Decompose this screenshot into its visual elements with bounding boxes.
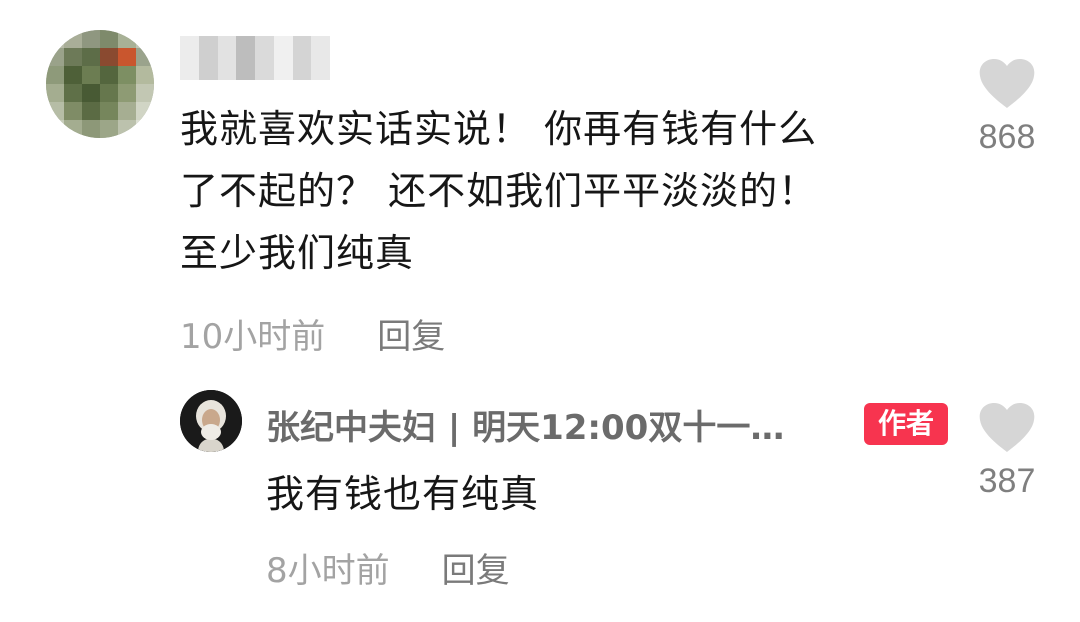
reply-meta: 8小时前 回复: [266, 542, 510, 592]
comment-reply-button[interactable]: 回复: [377, 309, 445, 358]
comment-text-line: 了不起的？ 还不如我们平平淡淡的！: [180, 169, 818, 213]
comment-text: 我就喜欢实话实说！ 你再有钱有什么 了不起的？ 还不如我们平平淡淡的！ 至少我们…: [180, 98, 950, 284]
heart-icon: [979, 403, 1035, 452]
comment-text-line: 我就喜欢实话实说！ 你再有钱有什么: [180, 107, 818, 151]
reply-reply-button[interactable]: 回复: [442, 543, 510, 592]
commenter-username-blurred[interactable]: [180, 36, 330, 80]
author-name[interactable]: 张纪中夫妇 | 明天12:00双十一…: [266, 398, 784, 450]
reply-like-count: 387: [978, 462, 1036, 500]
reply-timestamp: 8小时前: [266, 550, 390, 591]
reply-text: 我有钱也有纯真: [266, 472, 540, 516]
author-avatar-image: [180, 390, 242, 452]
reply-like-button[interactable]: 387: [962, 402, 1052, 501]
comment-like-button[interactable]: 868: [962, 58, 1052, 157]
author-badge: 作者: [864, 403, 949, 445]
heart-icon: [979, 59, 1035, 108]
comment-like-count: 868: [978, 118, 1036, 156]
comment-text-line: 至少我们纯真: [180, 231, 415, 275]
comment-meta: 10小时前 回复: [180, 308, 445, 358]
commenter-avatar[interactable]: [46, 30, 154, 138]
author-avatar[interactable]: [180, 390, 242, 452]
comment-timestamp: 10小时前: [180, 316, 326, 357]
